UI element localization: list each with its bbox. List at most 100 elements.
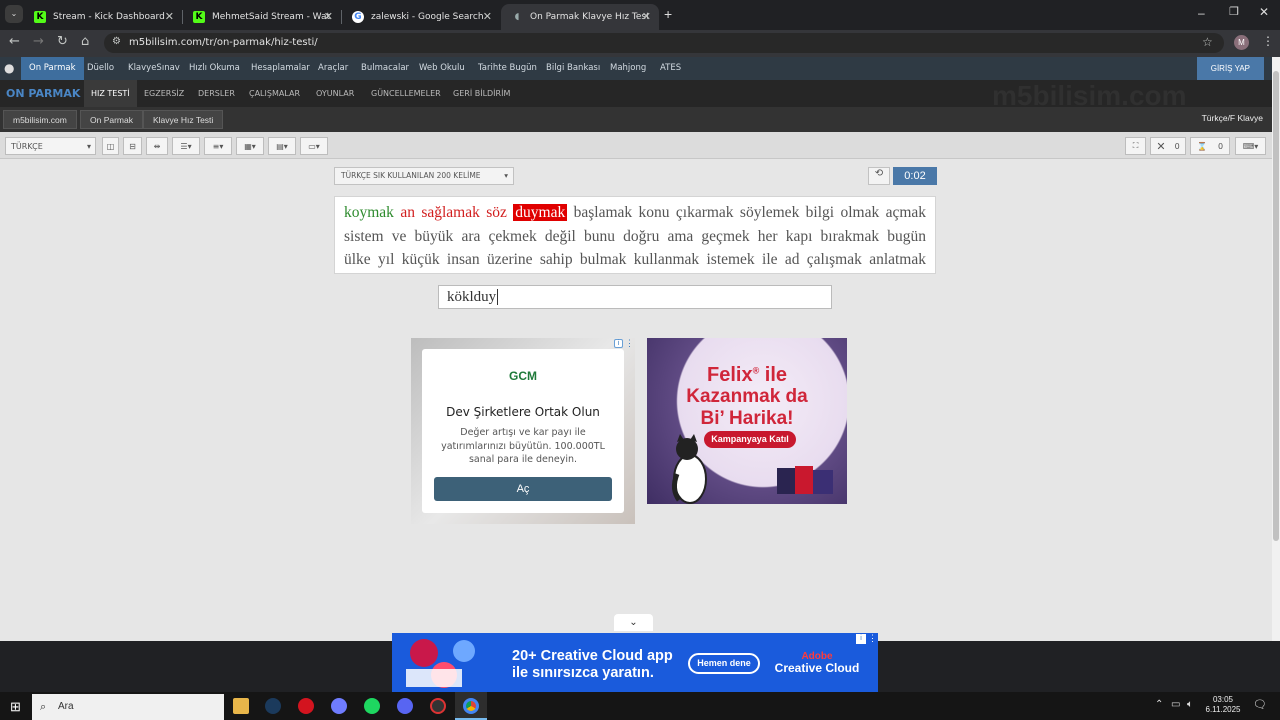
tray-chevron-icon[interactable]: ⌃ (1155, 699, 1163, 710)
typing-input[interactable]: köklduy (438, 285, 832, 309)
fullscreen-icon[interactable]: ⛶ (1125, 137, 1146, 155)
nav-duello[interactable]: Düello (87, 57, 114, 80)
recorder-icon[interactable] (430, 698, 446, 714)
profile-avatar[interactable]: M (1234, 35, 1249, 50)
chrome-icon[interactable] (463, 698, 479, 714)
nav-bulmacalar[interactable]: Bulmacalar (361, 57, 409, 80)
spotify-icon[interactable] (364, 698, 380, 714)
reload-icon[interactable]: ↻ (57, 34, 68, 49)
new-tab-button[interactable]: + (664, 6, 672, 22)
ad3-line1: 20+ Creative Cloud app (512, 648, 673, 664)
logo-icon[interactable]: ● (4, 57, 14, 80)
word-upcoming: başlamak konu çıkarmak söylemek bilgi ol… (573, 204, 927, 221)
language-select[interactable]: TÜRKÇE ▾ (5, 137, 96, 155)
clock-time: 03:05 (1212, 695, 1234, 704)
keyboard-view-icon[interactable]: ⊟ (123, 137, 142, 155)
subnav-calismalar[interactable]: ÇALIŞMALAR (249, 80, 300, 107)
close-window-button[interactable]: ✕ (1259, 5, 1269, 19)
font-size-icon[interactable]: ◫ (102, 137, 119, 155)
word-line-1: koymak an sağlamak söz duymak başlamak k… (344, 201, 926, 225)
breadcrumb: m5bilisim.com On Parmak Klavye Hız Testi… (0, 107, 1272, 132)
nav-klavyesinav[interactable]: KlavyeSınav (128, 57, 180, 80)
nav-hesaplamalar[interactable]: Hesaplamalar (251, 57, 310, 80)
grid-icon[interactable]: ▦▾ (236, 137, 264, 155)
site-info-icon[interactable]: ⚙ (112, 36, 121, 47)
forward-icon[interactable]: → (33, 34, 44, 49)
page-scrollbar[interactable] (1272, 57, 1280, 641)
windows-start-icon[interactable]: ⊞ (10, 699, 21, 715)
nav-mahjong[interactable]: Mahjong (610, 57, 646, 80)
cat-illustration (671, 434, 707, 504)
subnav-egzersiz[interactable]: EGZERSİZ (144, 80, 184, 107)
close-icon[interactable]: ✕ (642, 10, 651, 23)
nav-tarihte-bugun[interactable]: Tarihte Bugün (478, 57, 537, 80)
notification-icon[interactable]: 🗨︎ (1253, 698, 1267, 711)
subnav-dersler[interactable]: DERSLER (198, 80, 235, 107)
ad-info-icon[interactable]: i (614, 339, 623, 348)
nav-ates[interactable]: ATES (660, 57, 681, 80)
scrollbar-thumb[interactable] (1273, 71, 1279, 541)
file-explorer-icon[interactable] (233, 698, 249, 714)
volume-icon[interactable]: 🔈︎ (1187, 699, 1193, 710)
nav-web-okulu[interactable]: Web Okulu (419, 57, 465, 80)
network-icon[interactable]: ▭ (1171, 699, 1180, 710)
steam-icon[interactable] (265, 698, 281, 714)
taskbar-search[interactable]: ⌕ Ara (32, 694, 224, 720)
restore-button[interactable]: ❐ (1229, 5, 1239, 18)
tab-search-button[interactable]: ⌄ (5, 5, 23, 23)
ad3-try-button[interactable]: Hemen dene (688, 653, 760, 674)
keyboard-icon[interactable]: ⌨▾ (1235, 137, 1266, 155)
nav-on-parmak[interactable]: On Parmak (21, 57, 84, 80)
line-spacing-icon[interactable]: ☰▾ (172, 137, 200, 155)
align-icon[interactable]: ≡▾ (204, 137, 232, 155)
back-icon[interactable]: ← (9, 34, 20, 49)
ad-info-icon[interactable]: i (856, 634, 866, 644)
ad1-body: Değer artışı ve kar payı ile yatırımları… (441, 427, 605, 465)
subnav-guncellemeler[interactable]: GÜNCELLEMELER (371, 80, 441, 107)
word-wrong: söz (486, 204, 507, 221)
keyboard-layout-label[interactable]: Türkçe/F Klavye (1202, 113, 1263, 123)
ad-felix[interactable]: Felix® ile Kazanmak da Bi’ Harika! Kampa… (647, 338, 847, 504)
layout-icon[interactable]: ▤▾ (268, 137, 296, 155)
ad-adobe[interactable]: 20+ Creative Cloud app ile sınırsızca ya… (392, 633, 878, 693)
breadcrumb-on-parmak[interactable]: On Parmak (80, 110, 143, 129)
subnav-geri-bildirim[interactable]: GERİ BİLDİRİM (453, 80, 510, 107)
collapse-ad-button[interactable]: ⌄ (614, 614, 653, 631)
word-display: koymak an sağlamak söz duymak başlamak k… (334, 196, 936, 274)
discord-icon[interactable] (397, 698, 413, 714)
close-icon[interactable]: ✕ (483, 10, 492, 23)
nav-araclar[interactable]: Araçlar (318, 57, 348, 80)
menu-icon[interactable]: ⋮ (1262, 34, 1274, 48)
timer-display: 0:02 (893, 167, 937, 185)
app-icon[interactable] (331, 698, 347, 714)
opera-icon[interactable] (298, 698, 314, 714)
subnav-oyunlar[interactable]: OYUNLAR (316, 80, 354, 107)
restart-button[interactable]: ⟲ (868, 167, 890, 185)
tab-kick-dashboard[interactable]: K Stream - Kick Dashboard ✕ (24, 4, 182, 30)
login-button[interactable]: GİRİŞ YAP (1196, 57, 1264, 80)
ad-menu-icon[interactable]: ⋮ (868, 633, 877, 644)
nav-hizli-okuma[interactable]: Hızlı Okuma (189, 57, 240, 80)
ad1-open-button[interactable]: Aç (434, 477, 612, 501)
tab-mehmetsaid-stream[interactable]: K MehmetSaid Stream - Watch Li ✕ (183, 4, 341, 30)
ad2-line1: Felix (706, 364, 753, 386)
brand-title[interactable]: ON PARMAK (6, 80, 80, 107)
ad-menu-icon[interactable]: ⋮ (625, 338, 634, 349)
nav-bilgi-bankasi[interactable]: Bilgi Bankası (546, 57, 600, 80)
word-list-select[interactable]: TÜRKÇE SIK KULLANILAN 200 KELİME ▾ (334, 167, 514, 185)
subnav-hiz-testi[interactable]: HIZ TESTİ (84, 80, 137, 107)
breadcrumb-home[interactable]: m5bilisim.com (3, 110, 77, 129)
home-icon[interactable]: ⌂ (81, 34, 89, 49)
address-bar[interactable]: ⚙ m5bilisim.com/tr/on-parmak/hiz-testi/ … (104, 33, 1224, 53)
tab-google-search[interactable]: G zalewski - Google Search ✕ (342, 4, 500, 30)
close-icon[interactable]: ✕ (324, 10, 333, 23)
ad2-cta-button[interactable]: Kampanyaya Katıl (704, 431, 796, 448)
clock[interactable]: 03:05 6.11.2025 (1203, 695, 1243, 715)
minimize-button[interactable]: – (1198, 6, 1205, 20)
word-list-select-value: TÜRKÇE SIK KULLANILAN 200 KELİME (341, 171, 481, 180)
close-icon[interactable]: ✕ (165, 10, 174, 23)
tab-on-parmak[interactable]: ◖ On Parmak Klavye Hız Testi | m5 ✕ (501, 4, 659, 30)
bookmark-star-icon[interactable]: ☆ (1202, 35, 1213, 49)
display-icon[interactable]: ▭▾ (300, 137, 328, 155)
width-icon[interactable]: ⇹ (146, 137, 168, 155)
